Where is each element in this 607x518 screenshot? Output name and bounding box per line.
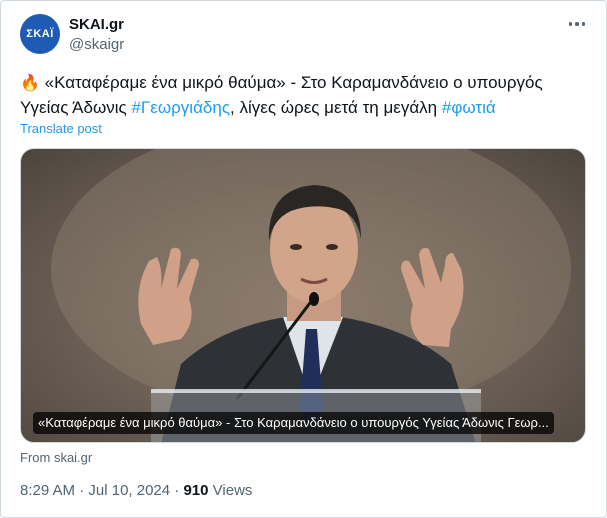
- speaker-photo: [51, 149, 571, 442]
- views-label: Views: [208, 482, 253, 499]
- media-card[interactable]: «Καταφέραμε ένα μικρό θαύμα» - Στο Καραμ…: [20, 148, 586, 443]
- hashtag-link[interactable]: #Γεωργιάδης: [131, 98, 230, 117]
- more-options-icon[interactable]: [566, 15, 588, 33]
- dot: [575, 22, 579, 26]
- meta-separator: ·: [170, 482, 184, 499]
- tweet-text-part: , λίγες ώρες μετά τη μεγάλη: [230, 98, 442, 117]
- fire-emoji-icon: 🔥: [20, 75, 40, 92]
- timestamp-time[interactable]: 8:29 AM: [20, 482, 75, 499]
- dot: [568, 22, 573, 26]
- views-count: 910: [183, 482, 209, 499]
- account-name[interactable]: SKAI.gr: [69, 16, 124, 33]
- tweet-meta: 8:29 AM · Jul 10, 2024 · 910 Views: [20, 482, 252, 499]
- media-caption: «Καταφέραμε ένα μικρό θαύμα» - Στο Καραμ…: [33, 412, 554, 434]
- timestamp-date[interactable]: Jul 10, 2024: [88, 482, 170, 499]
- tweet-card: ΣΚΑΪ SKAI.gr @skaigr 🔥 «Καταφέραμε ένα μ…: [0, 0, 607, 518]
- source-link[interactable]: From skai.gr: [20, 450, 92, 465]
- hashtag-link[interactable]: #φωτιά: [442, 98, 496, 117]
- meta-separator: ·: [75, 482, 89, 499]
- tweet-text: 🔥 «Καταφέραμε ένα μικρό θαύμα» - Στο Καρ…: [20, 71, 590, 120]
- dot: [581, 22, 586, 26]
- avatar[interactable]: ΣΚΑΪ: [20, 14, 60, 54]
- translate-post-link[interactable]: Translate post: [20, 121, 102, 136]
- account-handle[interactable]: @skaigr: [69, 36, 124, 53]
